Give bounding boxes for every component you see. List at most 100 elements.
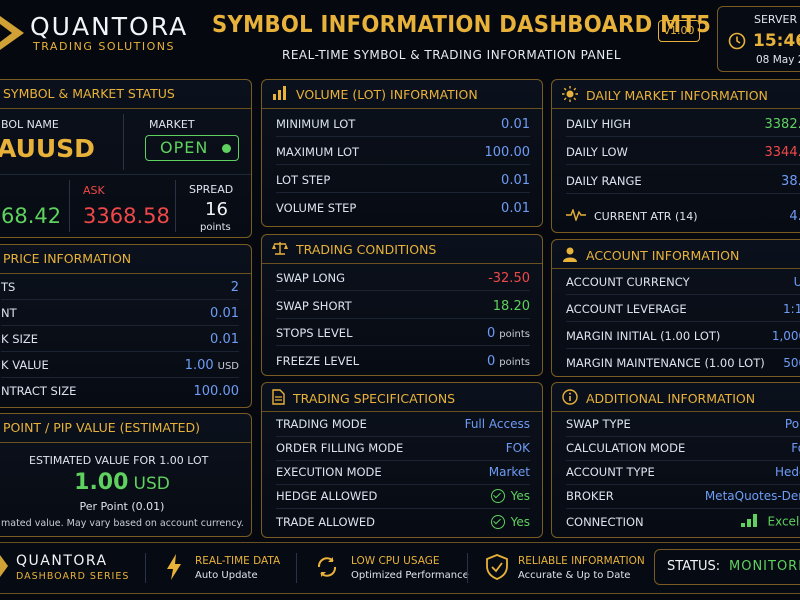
atr-row: CURRENT ATR (14) 4.8 — [566, 204, 800, 228]
additional-row: BROKER MetaQuotes-Dem — [566, 484, 800, 509]
specs-row: TRADING MODE Full Access — [276, 412, 530, 437]
trading-specs-panel: TRADING SPECIFICATIONS TRADING MODE Full … — [261, 382, 543, 538]
row-label: K SIZE — [1, 332, 39, 346]
row-value: 0.01 — [501, 200, 530, 216]
row-label: TS — [1, 280, 16, 294]
conditions-row: FREEZE LEVEL 0 points — [276, 349, 530, 373]
lightning-icon — [165, 554, 183, 584]
row-value: 38.4 — [781, 173, 800, 189]
panel-title: DAILY MARKET INFORMATION — [586, 88, 768, 103]
row-value: 0 — [487, 353, 496, 369]
row-value: -32.50 — [488, 270, 530, 286]
clock-icon — [728, 32, 746, 54]
pip-currency: USD — [133, 474, 170, 494]
row-label: CALCULATION MODE — [566, 441, 686, 455]
account-info-panel: ACCOUNT INFORMATION ACCOUNT CURRENCY US A… — [551, 239, 800, 377]
row-label: ACCOUNT LEVERAGE — [566, 302, 687, 316]
account-row: MARGIN MAINTENANCE (1.00 LOT) 500. — [566, 351, 800, 375]
row-value: For — [791, 441, 800, 455]
row-label: ACCOUNT TYPE — [566, 465, 655, 479]
row-label: NTRACT SIZE — [1, 384, 77, 398]
row-label: SWAP SHORT — [276, 299, 352, 313]
daily-row: DAILY RANGE 38.4 — [566, 169, 800, 194]
market-label: MARKET — [149, 118, 195, 131]
row-label: HEDGE ALLOWED — [276, 489, 378, 503]
footer-brand: QUANTORA — [16, 553, 108, 569]
volume-row: MINIMUM LOT 0.01 — [276, 112, 530, 137]
row-value: 0.01 — [501, 172, 530, 188]
pip-value-panel: POINT / PIP VALUE (ESTIMATED) ESTIMATED … — [0, 413, 252, 537]
row-value: 1.00 — [184, 357, 214, 373]
conditions-row: STOPS LEVEL 0 points — [276, 321, 530, 346]
panel-title: POINT / PIP VALUE (ESTIMATED) — [3, 420, 201, 435]
server-time-box: SERVER T 15:46 08 May 2 — [717, 6, 800, 72]
volume-info-panel: VOLUME (LOT) INFORMATION MINIMUM LOT 0.01… — [261, 79, 543, 227]
row-value: 3382.6 — [764, 116, 800, 132]
panel-title: SYMBOL & MARKET STATUS — [3, 86, 175, 101]
price-row: NTRACT SIZE 100.00 — [1, 379, 239, 403]
row-label: TRADE ALLOWED — [276, 515, 376, 529]
row-value: FOK — [505, 441, 530, 455]
market-status-badge: OPEN — [145, 135, 239, 161]
footer-series: DASHBOARD SERIES — [16, 571, 130, 582]
row-value: Excelle — [767, 514, 800, 529]
estimated-label: ESTIMATED VALUE FOR 1.00 LOT — [29, 454, 209, 467]
panel-title: TRADING SPECIFICATIONS — [293, 391, 456, 406]
price-row: TS 2 — [1, 275, 239, 300]
price-row: K SIZE 0.01 — [1, 327, 239, 352]
row-label: DAILY HIGH — [566, 117, 632, 131]
row-value: 0.01 — [210, 305, 239, 321]
daily-market-panel: DAILY MARKET INFORMATION DAILY HIGH 3382.… — [551, 79, 800, 233]
row-label: ORDER FILLING MODE — [276, 441, 404, 455]
row-value: 18.20 — [492, 298, 530, 314]
row-label: TRADING MODE — [276, 417, 367, 431]
atr-label: CURRENT ATR (14) — [594, 209, 698, 223]
ask-label: ASK — [83, 184, 105, 197]
pip-note: mated value. May vary based on account c… — [1, 518, 244, 529]
row-value: Poin — [784, 417, 800, 431]
row-value: 3344.1 — [764, 144, 800, 160]
daily-row: DAILY HIGH 3382.6 — [566, 112, 800, 137]
panel-title: ACCOUNT INFORMATION — [586, 248, 740, 263]
row-value: Yes — [510, 514, 530, 529]
shield-icon — [486, 554, 508, 584]
row-label: ACCOUNT CURRENCY — [566, 275, 690, 289]
bid-price: 68.42 — [1, 204, 62, 228]
status-dot-icon — [222, 144, 231, 153]
atr-value: 4.8 — [789, 208, 800, 224]
row-unit: USD — [217, 360, 239, 372]
row-value: Yes — [510, 488, 530, 503]
document-icon — [272, 389, 285, 408]
bar-chart-icon — [272, 86, 288, 103]
row-value: 0.01 — [501, 116, 530, 132]
feature-title: REAL-TIME DATA — [195, 555, 281, 567]
pip-per-point: Per Point (0.01) — [79, 500, 165, 513]
daily-row: DAILY LOW 3344.1 — [566, 140, 800, 165]
conditions-row: SWAP SHORT 18.20 — [276, 294, 530, 319]
brand-tagline: TRADING SOLUTIONS — [33, 40, 176, 53]
specs-row: EXECUTION MODE Market — [276, 460, 530, 485]
scale-icon — [272, 241, 288, 258]
trading-conditions-panel: TRADING CONDITIONS SWAP LONG -32.50 SWAP … — [261, 234, 543, 376]
status-box: STATUS: MONITORING — [654, 549, 800, 585]
user-icon — [562, 246, 578, 265]
specs-row: ORDER FILLING MODE FOK — [276, 436, 530, 461]
row-value: 500. — [783, 356, 800, 370]
account-row: ACCOUNT LEVERAGE 1:10 — [566, 297, 800, 322]
spread-label: SPREAD — [189, 183, 234, 196]
row-value: 1,000. — [771, 329, 800, 343]
additional-row: ACCOUNT TYPE Hedgi — [566, 460, 800, 485]
specs-row: TRADE ALLOWED Yes — [276, 510, 530, 534]
row-label: NT — [1, 306, 17, 320]
row-label: VOLUME STEP — [276, 201, 357, 215]
row-value: 100.00 — [484, 144, 531, 160]
volume-row: MAXIMUM LOT 100.00 — [276, 140, 530, 165]
panel-title: VOLUME (LOT) INFORMATION — [296, 87, 478, 102]
version-badge: v1.00 — [658, 20, 700, 42]
additional-row: SWAP TYPE Poin — [566, 412, 800, 437]
row-value: US — [793, 275, 800, 289]
volume-row: VOLUME STEP 0.01 — [276, 196, 530, 220]
row-value: Hedgi — [775, 465, 800, 479]
row-value: 100.00 — [193, 383, 240, 399]
info-icon — [562, 389, 578, 408]
